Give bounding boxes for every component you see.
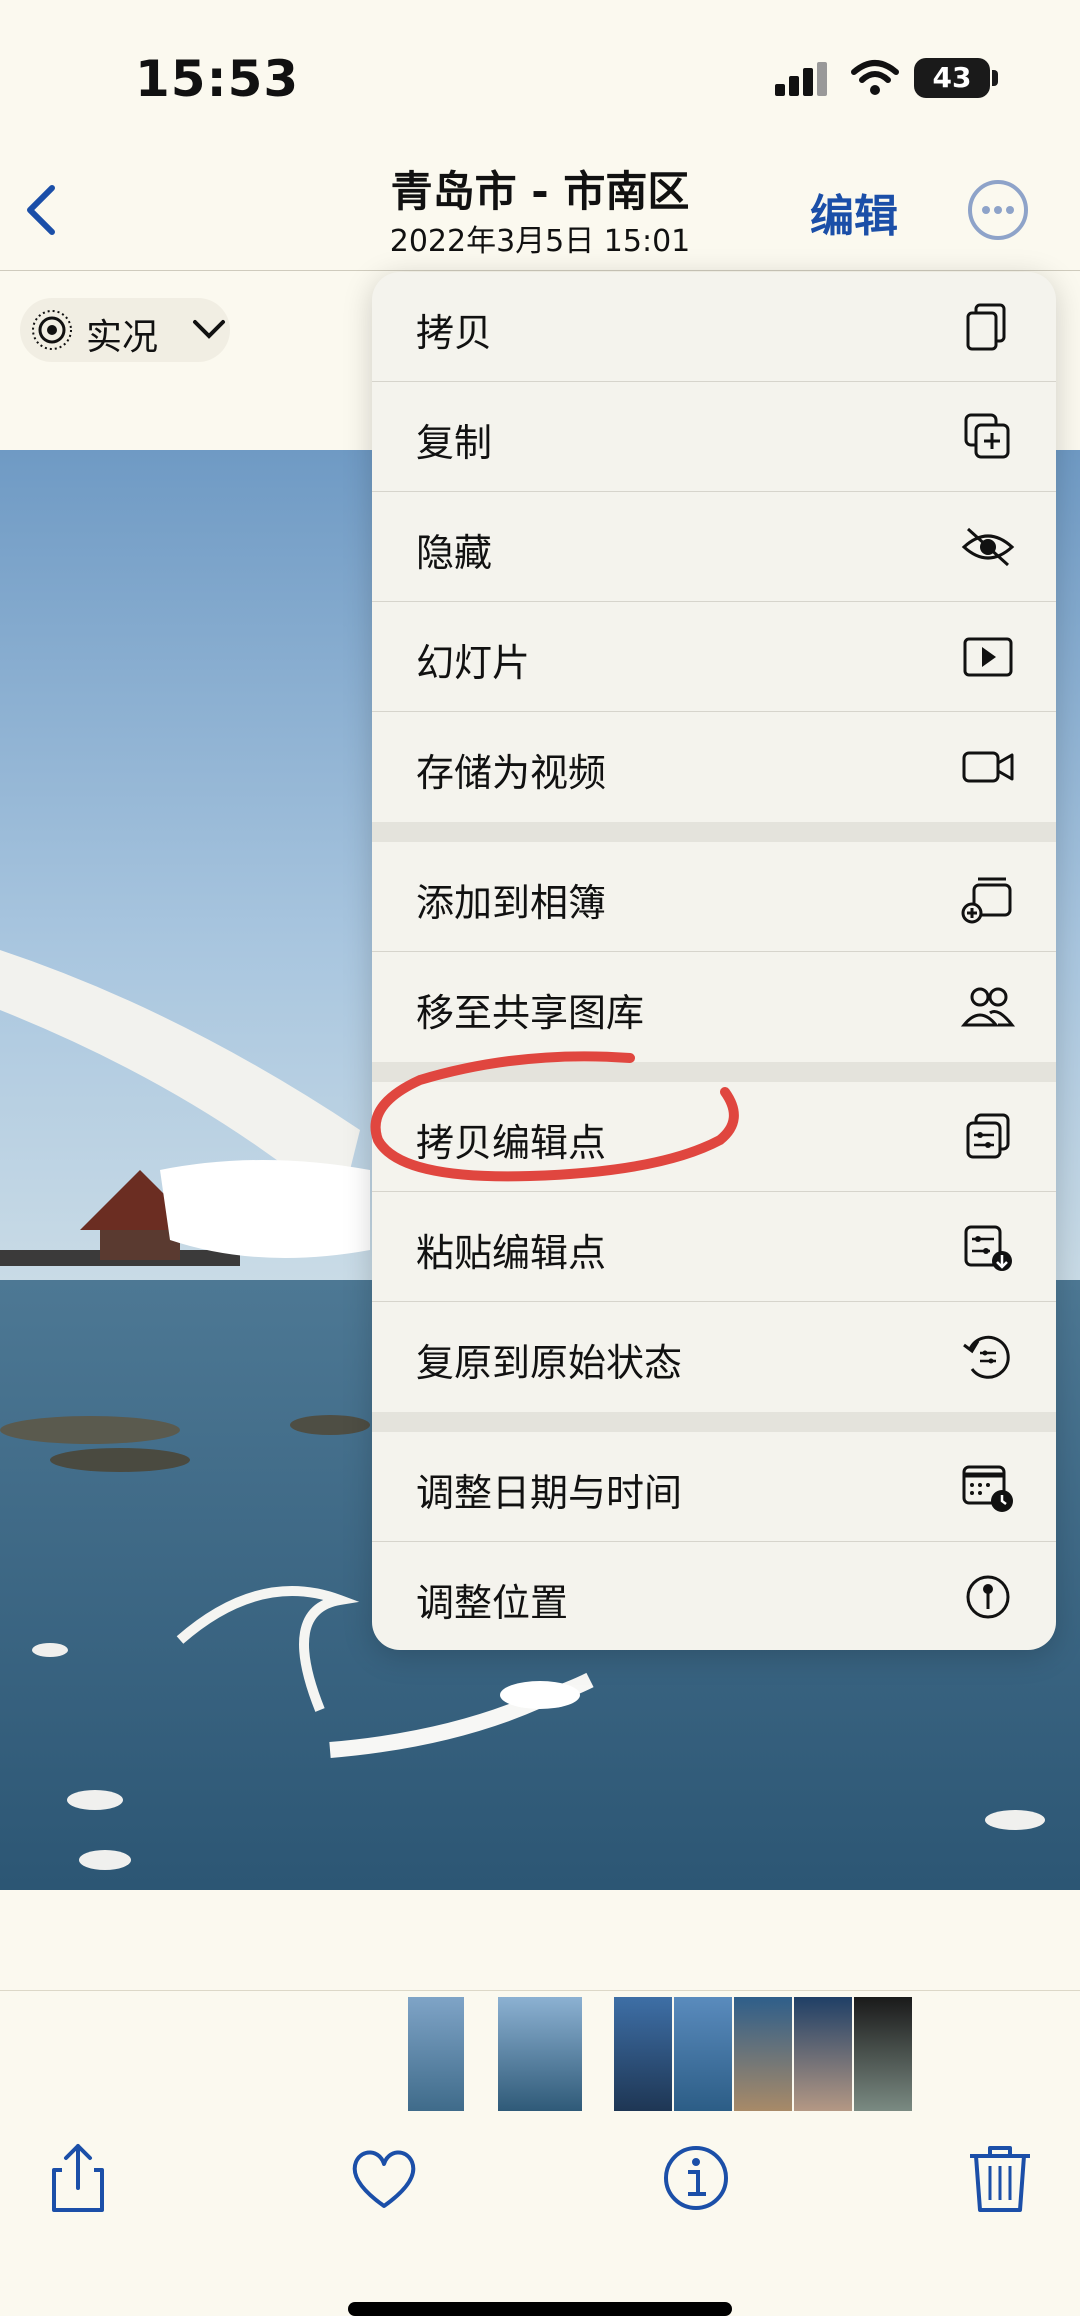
menu-item-label: 添加到相簿 bbox=[416, 881, 607, 925]
video-icon bbox=[962, 751, 1014, 783]
calendar-clock-icon bbox=[962, 1465, 1013, 1512]
menu-item-add-to-album[interactable]: 添加到相簿 bbox=[372, 842, 1056, 952]
thumbnail-strip bbox=[0, 1990, 1080, 2111]
wifi-icon bbox=[851, 60, 899, 95]
menu-item-label: 存储为视频 bbox=[416, 751, 607, 795]
share-icon[interactable] bbox=[40, 2140, 116, 2216]
thumbnail-selected[interactable] bbox=[498, 1997, 582, 2111]
revert-icon bbox=[963, 1335, 1010, 1379]
menu-item-label: 拷贝 bbox=[416, 311, 493, 355]
menu-item-label: 复原到原始状态 bbox=[416, 1341, 683, 1385]
paste-edits-icon bbox=[964, 1225, 1012, 1271]
menu-item-adjust-date-time[interactable]: 调整日期与时间 bbox=[372, 1432, 1056, 1542]
more-ellipsis-icon[interactable] bbox=[966, 178, 1030, 242]
menu-item-revert-to-original[interactable]: 复原到原始状态 bbox=[372, 1302, 1056, 1412]
location-icon bbox=[966, 1575, 1010, 1619]
menu-item-label: 拷贝编辑点 bbox=[416, 1121, 607, 1165]
menu-item-duplicate[interactable]: 复制 bbox=[372, 382, 1056, 492]
nav-bar: 青岛市 - 市南区 2022年3月5日 15:01 编辑 bbox=[0, 150, 1080, 271]
menu-item-label: 调整日期与时间 bbox=[416, 1471, 683, 1515]
trash-icon[interactable] bbox=[962, 2140, 1038, 2216]
thumbnail[interactable] bbox=[408, 1997, 464, 2111]
heart-icon[interactable] bbox=[346, 2140, 422, 2216]
menu-item-label: 复制 bbox=[416, 421, 493, 465]
live-label: 实况 bbox=[86, 317, 159, 358]
add-to-album-icon bbox=[961, 877, 1012, 924]
menu-item-label: 粘贴编辑点 bbox=[416, 1231, 607, 1275]
people-icon bbox=[960, 987, 1016, 1027]
edit-button[interactable]: 编辑 bbox=[810, 180, 898, 244]
thumbnail[interactable] bbox=[854, 1997, 912, 2111]
menu-item-move-to-shared-library[interactable]: 移至共享图库 bbox=[372, 952, 1056, 1062]
status-bar: 15:53 43 bbox=[0, 0, 1080, 150]
copy-edits-icon bbox=[966, 1113, 1010, 1159]
context-menu: 拷贝 复制 隐藏 幻灯片 存储为视频 添加到相簿 移至共享图库 拷贝编辑点 粘贴… bbox=[372, 272, 1056, 1650]
status-time: 15:53 bbox=[135, 50, 300, 108]
doc-copy-icon bbox=[966, 303, 1006, 351]
nav-subtitle: 2022年3月5日 15:01 bbox=[389, 224, 691, 259]
menu-item-copy-edits[interactable]: 拷贝编辑点 bbox=[372, 1082, 1056, 1192]
home-indicator bbox=[348, 2302, 732, 2316]
menu-item-label: 调整位置 bbox=[416, 1581, 569, 1625]
menu-item-slideshow[interactable]: 幻灯片 bbox=[372, 602, 1056, 712]
menu-group-separator bbox=[372, 822, 1056, 842]
thumbnail[interactable] bbox=[794, 1997, 852, 2111]
duplicate-icon bbox=[964, 413, 1010, 459]
menu-item-label: 隐藏 bbox=[416, 531, 493, 575]
menu-item-hide[interactable]: 隐藏 bbox=[372, 492, 1056, 602]
live-photo-icon bbox=[32, 310, 72, 350]
cellular-signal-icon bbox=[775, 62, 827, 96]
chevron-down-icon bbox=[193, 320, 225, 339]
thumbnail[interactable] bbox=[674, 1997, 732, 2111]
menu-item-paste-edits[interactable]: 粘贴编辑点 bbox=[372, 1192, 1056, 1302]
thumbnail[interactable] bbox=[614, 1997, 672, 2111]
menu-item-adjust-location[interactable]: 调整位置 bbox=[372, 1542, 1056, 1650]
battery-tip bbox=[992, 70, 998, 86]
bottom-toolbar bbox=[0, 2130, 1080, 2240]
menu-item-save-as-video[interactable]: 存储为视频 bbox=[372, 712, 1056, 822]
battery-indicator: 43 bbox=[914, 58, 990, 98]
thumbnail[interactable] bbox=[734, 1997, 792, 2111]
menu-item-label: 移至共享图库 bbox=[416, 991, 645, 1035]
menu-item-label: 幻灯片 bbox=[416, 641, 531, 685]
info-icon[interactable] bbox=[658, 2140, 734, 2216]
nav-title: 青岛市 - 市南区 bbox=[390, 167, 690, 216]
menu-group-separator bbox=[372, 1062, 1056, 1082]
live-photo-toggle[interactable]: 实况 bbox=[20, 298, 230, 362]
play-rectangle-icon bbox=[963, 637, 1013, 677]
eye-slash-icon bbox=[961, 527, 1015, 567]
menu-group-separator bbox=[372, 1412, 1056, 1432]
menu-item-copy[interactable]: 拷贝 bbox=[372, 272, 1056, 382]
